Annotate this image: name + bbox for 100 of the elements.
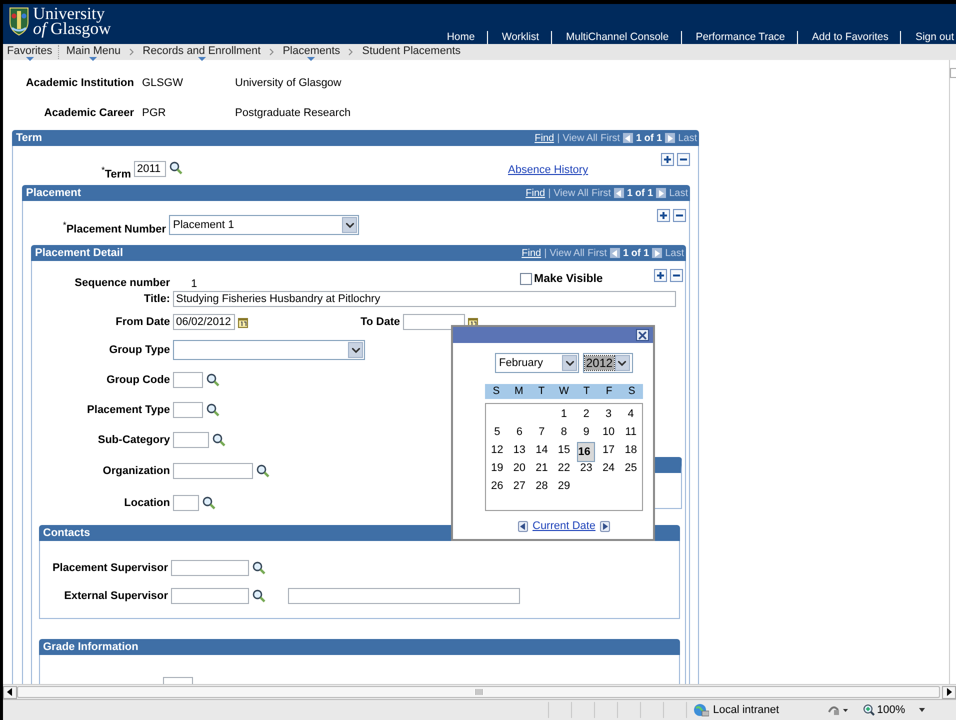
weekday-label: S — [492, 384, 501, 399]
calendar-icon[interactable] — [238, 316, 248, 328]
breadcrumb-link[interactable]: Favorites — [3, 44, 56, 58]
input-field[interactable] — [173, 463, 253, 479]
previous-icon[interactable] — [622, 133, 633, 143]
calendar-day[interactable]: 25 — [622, 460, 640, 476]
caret-icon[interactable] — [919, 708, 926, 712]
make-visible-checkbox[interactable] — [520, 273, 532, 285]
search-icon[interactable] — [212, 433, 226, 447]
breadcrumb-link[interactable]: Placements — [278, 44, 344, 58]
close-icon[interactable] — [636, 329, 649, 341]
breadcrumb-link[interactable]: Student Placements — [358, 44, 465, 58]
input-field[interactable] — [171, 560, 249, 576]
calendar-day[interactable]: 6 — [510, 424, 529, 440]
calendar-day[interactable]: 26 — [488, 478, 506, 494]
month-dropdown[interactable]: February — [495, 353, 579, 373]
add-icon[interactable] — [654, 269, 667, 282]
calendar-day[interactable]: 16 — [577, 442, 596, 462]
calendar-day[interactable]: 14 — [532, 442, 551, 462]
next-icon[interactable] — [656, 188, 666, 198]
caret-icon[interactable] — [352, 348, 360, 352]
calendar-day[interactable]: 8 — [554, 424, 574, 440]
term-field[interactable]: 2011 — [134, 161, 166, 177]
calendar-day[interactable]: 7 — [532, 424, 551, 440]
year-dropdown[interactable]: 2012 — [583, 353, 633, 373]
description-field[interactable] — [288, 588, 520, 604]
calendar-day[interactable]: 13 — [510, 442, 529, 462]
remove-icon[interactable] — [677, 153, 690, 166]
input-field[interactable] — [173, 372, 203, 388]
zoom-control[interactable]: 100% — [863, 704, 906, 716]
find-link[interactable]: Find — [534, 132, 554, 144]
search-icon[interactable] — [206, 373, 220, 387]
calendar-day[interactable]: 10 — [599, 424, 618, 440]
next-icon[interactable] — [665, 133, 676, 143]
calendar-day[interactable]: 9 — [577, 424, 596, 440]
title-field[interactable]: Studying Fisheries Husbandry at Pitlochry — [173, 291, 676, 307]
calendar-day[interactable]: 15 — [554, 442, 574, 462]
absence-history-link[interactable]: Absence History — [508, 164, 588, 176]
search-icon[interactable] — [202, 496, 216, 510]
previous-icon[interactable] — [518, 520, 528, 532]
globe-icon — [693, 703, 709, 717]
breadcrumb-link[interactable]: Main Menu — [62, 44, 125, 58]
calendar-day[interactable]: 29 — [554, 478, 574, 494]
input-field[interactable] — [173, 402, 203, 418]
header-link[interactable]: Home — [432, 31, 487, 44]
calendar-day[interactable]: 20 — [510, 460, 529, 476]
calendar-day[interactable]: 1 — [554, 406, 574, 422]
calendar-day[interactable]: 17 — [599, 442, 618, 462]
calendar-day[interactable]: 19 — [488, 460, 506, 476]
find-link[interactable]: Find — [526, 188, 546, 198]
calendar-day[interactable]: 11 — [622, 424, 640, 440]
calendar-day[interactable]: 21 — [532, 460, 551, 476]
university-logo[interactable]: University of Glasgow — [3, 4, 117, 37]
scroll-right-icon[interactable] — [942, 686, 956, 698]
next-icon[interactable] — [652, 248, 662, 258]
add-icon[interactable] — [657, 209, 670, 222]
calendar-day[interactable]: 12 — [488, 442, 506, 462]
input-field[interactable] — [173, 432, 209, 448]
calendar-day[interactable]: 4 — [622, 406, 640, 422]
search-icon[interactable] — [256, 464, 270, 478]
remove-icon[interactable] — [670, 269, 683, 282]
field-label: To Date — [359, 316, 401, 328]
logo-text: of Glasgow — [33, 21, 111, 36]
weekday-label: T — [582, 384, 591, 399]
next-icon[interactable] — [600, 520, 610, 532]
previous-icon[interactable] — [610, 248, 620, 258]
breadcrumb-link[interactable]: Records and Enrollment — [138, 44, 265, 58]
search-icon[interactable] — [252, 561, 266, 575]
caret-icon[interactable] — [618, 360, 626, 366]
calendar-day[interactable]: 24 — [599, 460, 618, 476]
vertical-scrollbar[interactable] — [949, 60, 956, 684]
section-title: Grade Information — [43, 641, 138, 653]
calendar-day[interactable]: 18 — [622, 442, 640, 462]
calendar-day[interactable]: 27 — [510, 478, 529, 494]
search-icon[interactable] — [252, 589, 266, 603]
caret-icon[interactable] — [346, 222, 354, 228]
from-date-field[interactable]: 06/02/2012 — [173, 314, 235, 330]
input-field[interactable] — [173, 495, 199, 511]
horizontal-scrollbar[interactable] — [3, 684, 956, 699]
calendar-day[interactable]: 23 — [577, 460, 596, 476]
calendar-day[interactable]: 28 — [532, 478, 551, 494]
add-icon[interactable] — [661, 153, 674, 166]
calendar-day[interactable]: 3 — [599, 406, 618, 422]
to-date-field[interactable] — [403, 314, 465, 330]
input-field[interactable] — [171, 588, 249, 604]
caret-icon[interactable] — [566, 360, 574, 366]
scroll-left-icon[interactable] — [3, 686, 17, 698]
protected-mode-icon[interactable] — [827, 704, 849, 716]
calendar-day[interactable]: 2 — [577, 406, 596, 422]
remove-icon[interactable] — [673, 209, 686, 222]
find-link[interactable]: Find — [522, 248, 542, 258]
scroll-thumb[interactable] — [17, 686, 940, 698]
search-icon[interactable] — [169, 161, 183, 175]
calendar-day[interactable]: 5 — [488, 424, 506, 440]
calendar-day[interactable]: 22 — [554, 460, 574, 476]
previous-icon[interactable] — [614, 188, 624, 198]
placement-number-dropdown[interactable]: Placement 1 — [169, 215, 359, 235]
current-date-link[interactable]: Current Date — [532, 520, 596, 532]
search-icon[interactable] — [206, 403, 220, 417]
field-label: Academic Institution — [24, 77, 134, 89]
